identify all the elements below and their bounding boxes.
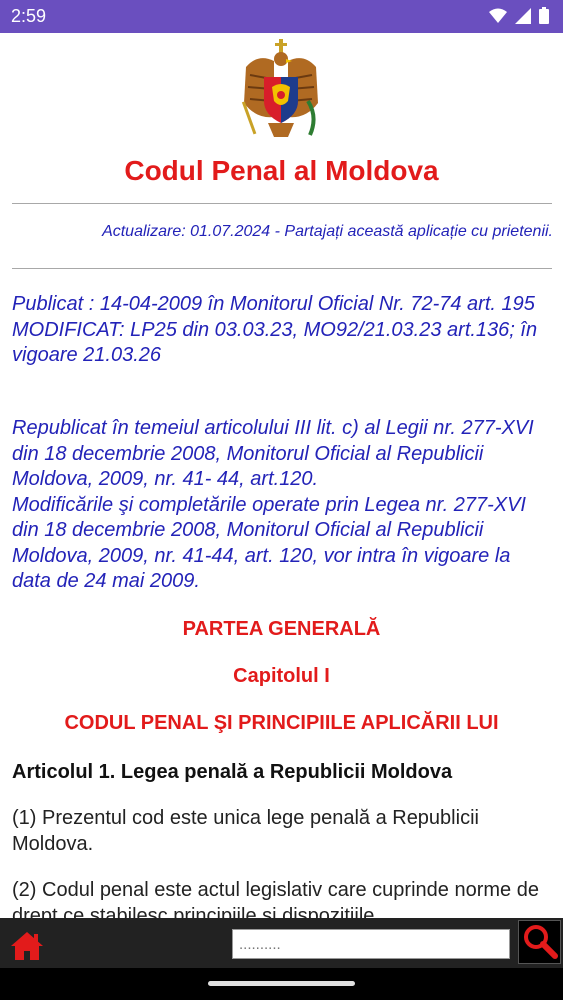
wifi-icon [489,8,507,23]
home-icon [11,932,43,960]
status-time: 2:59 [11,6,47,26]
page-title: Codul Penal al Moldova [124,155,439,186]
status-icons [489,7,549,24]
chapter-title: CODUL PENAL ŞI PRINCIPIILE APLICĂRII LUI [64,712,499,734]
divider [12,203,552,204]
article-paragraph: (2) Codul penal este actul legislativ ca… [12,879,539,918]
bottom-toolbar [0,918,563,968]
republished-line: Republicat în temeiul articolului III li… [12,417,534,490]
part-heading: PARTEA GENERALĂ [182,618,381,640]
publication-info: Publicat : 14-04-2009 în Monitorul Ofici… [12,292,552,369]
article-paragraph: (1) Prezentul cod este unica lege penală… [12,807,479,855]
home-button[interactable] [10,931,44,961]
chapter-heading: Capitolul I [233,665,330,687]
battery-icon [539,7,549,24]
modified-line: MODIFICAT: LP25 din 03.03.23, MO92/21.03… [12,318,538,367]
divider [12,268,552,269]
search-input[interactable] [232,929,510,959]
published-line: Publicat : 14-04-2009 în Monitorul Ofici… [12,293,535,315]
changes-line: Modificările şi completările operate pri… [12,493,526,593]
republication-info: Republicat în temeiul articolului III li… [12,416,552,595]
article-title: Articolul 1. Legea penală a Republicii M… [12,761,453,783]
status-bar: 2:59 [0,0,563,33]
update-share-link[interactable]: Actualizare: 01.07.2024 - Partajați acea… [102,223,553,241]
magnifier-icon [524,925,558,959]
coat-of-arms-icon [241,39,318,137]
search-button[interactable] [518,920,561,964]
home-gesture-handle[interactable] [208,981,355,986]
document-content[interactable]: Codul Penal al Moldova Actualizare: 01.0… [0,33,563,918]
system-nav-bar [0,968,563,1000]
signal-icon [515,7,531,24]
